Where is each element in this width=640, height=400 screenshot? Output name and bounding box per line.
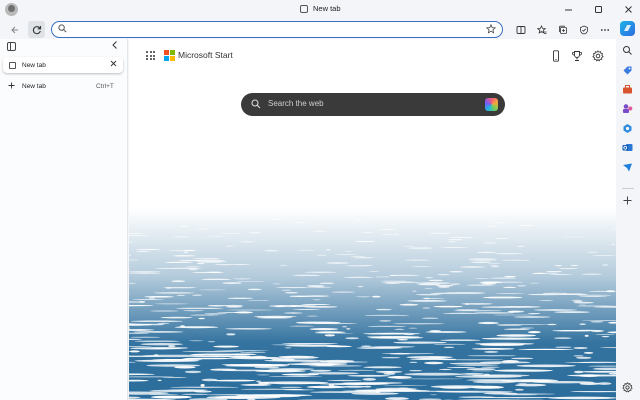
browser-window: New tab New tab New tab Ctrl+T Microsoft… [0, 0, 640, 400]
split-screen-icon [516, 25, 525, 34]
favorites-icon [536, 24, 546, 34]
vertical-tabs-header [0, 39, 128, 55]
window-controls [562, 3, 634, 15]
toolbar-actions [512, 21, 613, 38]
settings-gear-icon[interactable] [592, 49, 604, 62]
web-search-box[interactable]: Search the web [241, 93, 505, 116]
outlook-icon[interactable] [622, 142, 633, 153]
search-icon [58, 24, 67, 33]
brand-title[interactable]: Microsoft Start [178, 50, 233, 60]
maximize-icon [594, 5, 602, 13]
mobile-icon[interactable] [550, 49, 562, 62]
settings-icon[interactable] [622, 382, 633, 396]
search-icon[interactable] [622, 45, 633, 56]
microsoft-logo-icon [164, 50, 175, 61]
search-placeholder: Search the web [268, 99, 324, 108]
apps-grid-icon[interactable] [146, 51, 155, 60]
vertical-tabs-pane: New tab New tab Ctrl+T [0, 39, 128, 400]
browser-essentials-icon [579, 25, 588, 34]
back-button[interactable] [6, 21, 23, 38]
refresh-icon [32, 25, 41, 34]
new-tab-label: New tab [22, 82, 46, 90]
new-tab-button[interactable]: New tab Ctrl+T [0, 79, 128, 93]
profile-avatar[interactable] [5, 3, 18, 16]
close-tab-button[interactable] [110, 60, 117, 69]
edge-sidebar [616, 39, 640, 400]
favorites-button[interactable] [533, 21, 550, 38]
more-icon [600, 28, 609, 31]
copilot-icon[interactable] [485, 98, 498, 111]
title-bar: New tab [0, 0, 640, 20]
drop-icon[interactable] [622, 162, 633, 173]
copilot-glyph-icon [624, 25, 631, 31]
microsoft-365-icon[interactable] [622, 123, 633, 134]
minimize-icon [564, 9, 572, 10]
search-icon [251, 99, 261, 109]
close-icon [110, 60, 117, 67]
window-title: New tab [300, 4, 341, 13]
back-arrow-icon [10, 26, 18, 33]
close-window-button[interactable] [622, 3, 634, 15]
add-icon[interactable] [623, 196, 632, 208]
navigation-toolbar [0, 20, 640, 39]
tab-page-icon [300, 4, 308, 13]
plus-icon [8, 81, 15, 91]
collections-icon [558, 25, 567, 34]
maximize-button[interactable] [592, 3, 604, 15]
ocean-background-image [129, 209, 616, 400]
minimize-button[interactable] [562, 3, 574, 15]
collections-button[interactable] [554, 21, 571, 38]
tab-label: New tab [22, 61, 46, 69]
page-header-actions [550, 49, 604, 62]
new-tab-shortcut: Ctrl+T [96, 82, 114, 90]
browser-essentials-button[interactable] [575, 21, 592, 38]
collapse-pane-button[interactable] [111, 40, 119, 53]
more-button[interactable] [596, 21, 613, 38]
tab-page-icon [9, 61, 16, 69]
window-title-text: New tab [313, 4, 341, 13]
shopping-tag-icon[interactable] [622, 65, 633, 76]
refresh-button[interactable] [28, 21, 45, 38]
games-icon[interactable] [622, 103, 633, 114]
tab-new-tab[interactable]: New tab [3, 57, 123, 73]
favorite-star-icon[interactable] [486, 24, 496, 34]
new-tab-page: Microsoft Start Search the web [129, 39, 616, 400]
rewards-trophy-icon[interactable] [571, 49, 583, 61]
copilot-icon[interactable] [620, 21, 635, 36]
close-icon [624, 5, 632, 13]
split-screen-button[interactable] [512, 21, 529, 38]
chevron-left-icon [112, 41, 117, 49]
tab-actions-menu-icon[interactable] [7, 42, 16, 51]
sidebar-divider [622, 188, 634, 189]
toolbox-icon[interactable] [622, 84, 633, 95]
address-bar[interactable] [51, 21, 503, 38]
